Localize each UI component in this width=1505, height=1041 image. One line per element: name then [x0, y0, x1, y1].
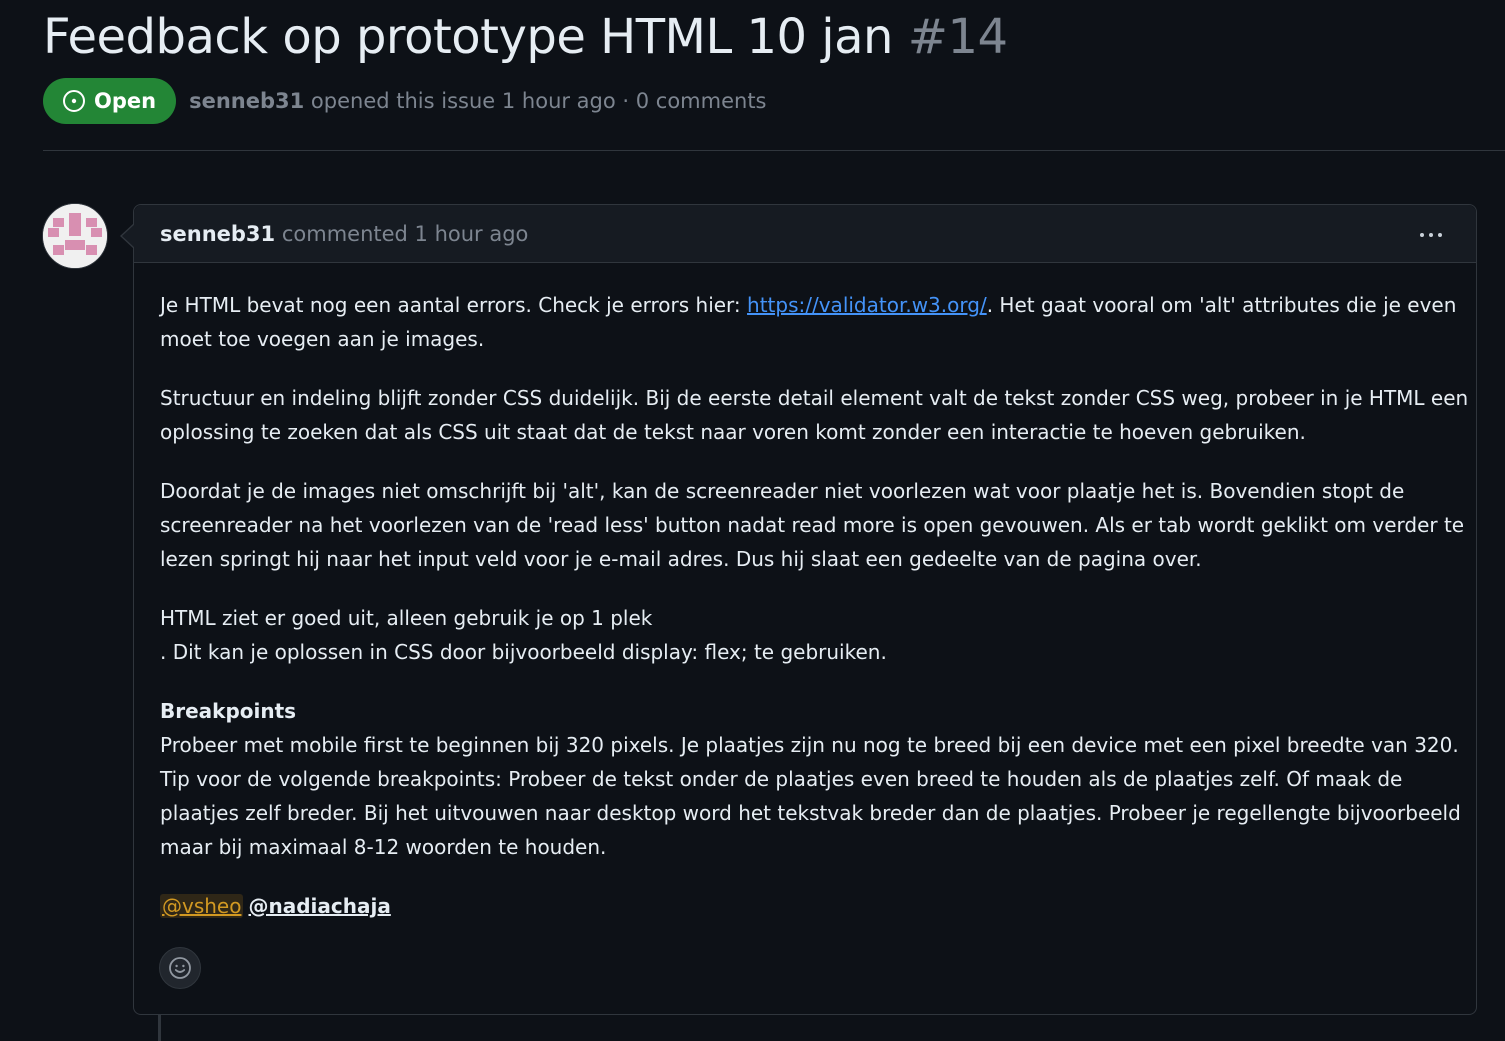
comment-paragraph-5: Breakpoints Probeer met mobile first te … — [160, 694, 1461, 864]
add-reaction-button[interactable] — [159, 947, 201, 989]
kebab-horizontal-icon[interactable] — [1416, 223, 1446, 247]
kebab-dot — [1429, 233, 1433, 237]
comment-header: senneb31 commented 1 hour ago — [134, 205, 1476, 263]
paragraph-line: Doordat je de images niet omschrijft bij… — [160, 479, 1405, 503]
comment-paragraph-4: HTML ziet er goed uit, alleen gebruik je… — [160, 601, 1450, 669]
issue-meta: Open senneb31 opened this issue 1 hour a… — [43, 78, 767, 124]
paragraph-line: Tip voor de volgende breakpoints: Probee… — [160, 767, 1403, 791]
issue-opened-text: opened this issue 1 hour ago · 0 comment… — [310, 89, 767, 113]
comment-body: Je HTML bevat nog een aantal errors. Che… — [160, 288, 1469, 948]
paragraph-line: HTML ziet er goed uit, alleen gebruik je… — [160, 606, 653, 630]
identicon-avatar-icon — [43, 204, 107, 268]
paragraph-line: moet toe voegen aan je images. — [160, 327, 485, 351]
paragraph-text: . Het gaat vooral om 'alt' attributes di… — [986, 293, 1457, 317]
mention-nadiachaja[interactable]: @nadiachaja — [248, 894, 390, 918]
paragraph-line: lezen springt hij naar het input veld vo… — [160, 547, 1202, 571]
header-divider — [43, 150, 1505, 151]
issue-author-link[interactable]: senneb31 — [189, 89, 304, 113]
kebab-dot — [1438, 233, 1442, 237]
smiley-icon — [169, 957, 191, 979]
paragraph-line: . Dit kan je oplossen in CSS door bijvoo… — [160, 640, 887, 664]
comment-author-link[interactable]: senneb31 — [160, 222, 275, 246]
comment-mentions: @vsheo @nadiachaja — [160, 889, 1450, 923]
paragraph-line: Je HTML bevat nog een aantal errors. Che… — [160, 288, 1456, 322]
comment-timestamp[interactable]: commented 1 hour ago — [282, 222, 529, 246]
paragraph-line: maar bij maximaal 8-12 woorden te houden… — [160, 835, 607, 859]
comment-card: senneb31 commented 1 hour ago Je HTML be… — [133, 204, 1477, 1015]
paragraph-line: plaatjes zelf breder. Bij het uitvouwen … — [160, 801, 1461, 825]
state-badge-open: Open — [43, 78, 177, 124]
timeline-line — [158, 1015, 161, 1041]
kebab-dot — [1420, 233, 1424, 237]
issue-page: Feedback op prototype HTML 10 jan #14 Op… — [0, 0, 1505, 1041]
issue-title-text: Feedback op prototype HTML 10 jan — [43, 9, 893, 65]
avatar[interactable] — [42, 203, 108, 269]
comment-paragraph-1: Je HTML bevat nog een aantal errors. Che… — [160, 288, 1456, 356]
comment-paragraph-2: Structuur en indeling blijft zonder CSS … — [160, 381, 1469, 449]
paragraph-line: Structuur en indeling blijft zonder CSS … — [160, 386, 1469, 410]
validator-link[interactable]: https://validator.w3.org/ — [747, 293, 987, 317]
mention-vsheo[interactable]: @vsheo — [160, 894, 244, 918]
paragraph-line: Probeer met mobile first te beginnen bij… — [160, 733, 1459, 757]
breakpoints-heading: Breakpoints — [160, 699, 297, 723]
comment-header-text: senneb31 commented 1 hour ago — [160, 222, 528, 246]
comment-paragraph-3: Doordat je de images niet omschrijft bij… — [160, 474, 1465, 576]
state-badge-label: Open — [94, 89, 157, 113]
paragraph-text: Je HTML bevat nog een aantal errors. Che… — [160, 293, 748, 317]
paragraph-line: oplossing te zoeken dat als CSS uit staa… — [160, 420, 1306, 444]
issue-number: #14 — [907, 9, 1008, 65]
issue-meta-text: senneb31 opened this issue 1 hour ago · … — [189, 89, 766, 113]
paragraph-line: screenreader na het voorlezen van de 're… — [160, 513, 1465, 537]
comment-pointer-inner — [122, 224, 135, 248]
issue-opened-icon — [63, 90, 85, 112]
issue-title: Feedback op prototype HTML 10 jan #14 — [43, 6, 1008, 68]
